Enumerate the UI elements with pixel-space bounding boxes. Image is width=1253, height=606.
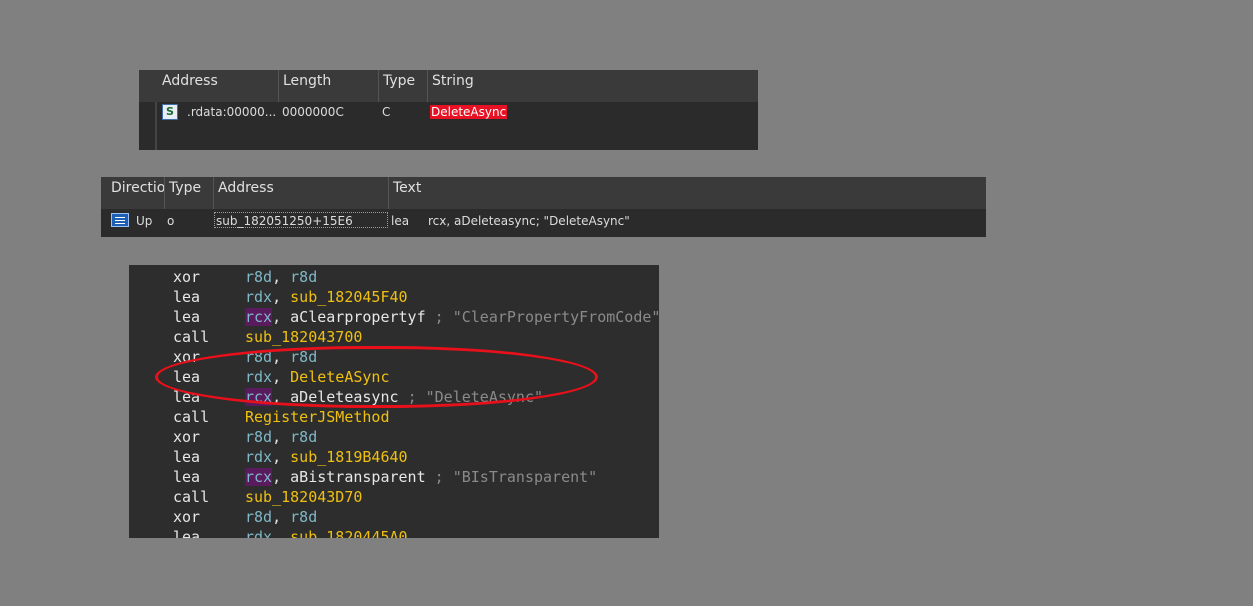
asm-line[interactable]: xor r8d, r8d (129, 267, 659, 287)
column-header-address[interactable]: Address (158, 70, 279, 102)
asm-register[interactable]: rdx (245, 288, 272, 306)
asm-operands: r8d, r8d (245, 268, 318, 286)
asm-register[interactable]: rcx (245, 308, 273, 326)
column-header-direction[interactable]: Directio (107, 177, 165, 209)
asm-line[interactable]: lea rdx, sub_1820445A0 (129, 527, 659, 538)
asm-operands: r8d, r8d (245, 348, 318, 366)
asm-operands: rdx, DeleteASync (245, 368, 390, 386)
asm-register[interactable]: rdx (245, 368, 272, 386)
column-header-address[interactable]: Address (214, 177, 389, 209)
asm-line[interactable]: xor r8d, r8d (129, 427, 659, 447)
xref-text-mnemonic: lea (391, 214, 410, 228)
asm-line[interactable]: lea rdx, sub_1819B4640 (129, 447, 659, 467)
asm-operands: rdx, sub_1819B4640 (245, 448, 408, 466)
asm-mnemonic: call (173, 488, 210, 506)
asm-operands: rdx, sub_182045F40 (245, 288, 408, 306)
asm-mnemonic: xor (173, 268, 201, 286)
string-address: .rdata:00000... (187, 105, 277, 119)
string-value: DeleteAsync (430, 105, 508, 119)
asm-register[interactable]: r8d (245, 348, 272, 366)
asm-register[interactable]: r8d (290, 268, 317, 286)
asm-register[interactable]: r8d (245, 508, 272, 526)
asm-mnemonic: lea (173, 528, 201, 538)
asm-line[interactable]: call RegisterJSMethod (129, 407, 659, 427)
xrefs-header-row: Directio Type Address Text (101, 177, 986, 209)
asm-mnemonic: xor (173, 348, 201, 366)
asm-operands: rcx, aClearpropertyf ; "ClearPropertyFro… (245, 308, 659, 326)
asm-mnemonic: lea (173, 308, 201, 326)
asm-symbol[interactable]: sub_182043D70 (245, 488, 362, 506)
asm-symbol[interactable]: sub_1819B4640 (290, 448, 407, 466)
asm-symbol[interactable]: sub_182045F40 (290, 288, 407, 306)
asm-symbol[interactable]: DeleteASync (290, 368, 389, 386)
string-type: C (382, 105, 391, 119)
asm-register[interactable]: r8d (290, 428, 317, 446)
asm-operands: rcx, aDeleteasync ; "DeleteAsync" (245, 388, 544, 406)
xref-icon (111, 213, 129, 227)
asm-operands: r8d, r8d (245, 428, 318, 446)
asm-line[interactable]: lea rcx, aDeleteasync ; "DeleteAsync" (129, 387, 659, 407)
column-header-text[interactable]: Text (389, 177, 986, 209)
column-header-string[interactable]: String (428, 70, 758, 102)
asm-mnemonic: lea (173, 388, 201, 406)
asm-mnemonic: call (173, 328, 210, 346)
asm-line[interactable]: xor r8d, r8d (129, 347, 659, 367)
xref-type: o (167, 214, 175, 228)
asm-register[interactable]: rdx (245, 448, 272, 466)
column-header-length[interactable]: Length (279, 70, 379, 102)
asm-operands: rdx, sub_1820445A0 (245, 527, 408, 538)
asm-comment: ; "BIsTransparent" (434, 468, 598, 486)
asm-mnemonic: xor (173, 508, 201, 526)
asm-symbol[interactable]: sub_1820445A0 (290, 528, 407, 538)
asm-register[interactable]: r8d (290, 508, 317, 526)
asm-register[interactable]: r8d (245, 268, 272, 286)
xref-address: sub_182051250+15E6 (216, 214, 353, 228)
xref-text-operands: rcx, aDeleteasync; "DeleteAsync" (428, 214, 630, 228)
asm-operands: sub_182043700 (245, 327, 362, 347)
asm-operands: r8d, r8d (245, 508, 318, 526)
asm-register[interactable]: rdx (245, 528, 272, 538)
asm-line[interactable]: xor r8d, r8d (129, 507, 659, 527)
column-header-type[interactable]: Type (379, 70, 428, 102)
asm-mnemonic: lea (173, 368, 201, 386)
asm-register[interactable]: r8d (290, 348, 317, 366)
asm-line[interactable]: call sub_182043D70 (129, 487, 659, 507)
xrefs-window: Directio Type Address Text Up o sub_1820… (101, 177, 986, 237)
strings-header-row: Address Length Type String (139, 70, 758, 102)
column-header-type[interactable]: Type (165, 177, 214, 209)
disassembly-listing: xor r8d, r8d lea rdx, sub_182045F40 lea rcx, … (129, 265, 659, 538)
asm-line[interactable]: lea rdx, DeleteASync (129, 367, 659, 387)
asm-register[interactable]: rcx (245, 388, 273, 406)
asm-comment: ; "DeleteAsync" (407, 388, 544, 406)
asm-operands: RegisterJSMethod (245, 407, 390, 427)
asm-line[interactable]: call sub_182043700 (129, 327, 659, 347)
asm-mnemonic: lea (173, 288, 201, 306)
asm-line[interactable]: lea rdx, sub_182045F40 (129, 287, 659, 307)
asm-line[interactable]: lea rcx, aClearpropertyf ; "ClearProperty… (129, 307, 659, 327)
asm-operands: sub_182043D70 (245, 487, 362, 507)
asm-symbol[interactable]: aClearpropertyf (290, 308, 425, 326)
asm-mnemonic: xor (173, 428, 201, 446)
asm-symbol[interactable]: aDeleteasync (290, 388, 398, 406)
asm-register[interactable]: r8d (245, 428, 272, 446)
asm-symbol[interactable]: RegisterJSMethod (245, 408, 390, 426)
asm-mnemonic: call (173, 408, 210, 426)
asm-mnemonic: lea (173, 448, 201, 466)
xref-direction: Up (136, 214, 153, 228)
strings-window: Address Length Type String S .rdata:0000… (139, 70, 758, 150)
string-literal-icon: S (162, 104, 178, 120)
asm-symbol[interactable]: aBistransparent (290, 468, 425, 486)
asm-mnemonic: lea (173, 468, 201, 486)
asm-line[interactable]: lea rcx, aBistransparent ; "BIsTransparen… (129, 467, 659, 487)
asm-operands: rcx, aBistransparent ; "BIsTransparent" (245, 468, 598, 486)
string-length: 0000000C (282, 105, 344, 119)
asm-symbol[interactable]: sub_182043700 (245, 328, 362, 346)
asm-register[interactable]: rcx (245, 468, 273, 486)
asm-comment: ; "ClearPropertyFromCode" (434, 308, 659, 326)
